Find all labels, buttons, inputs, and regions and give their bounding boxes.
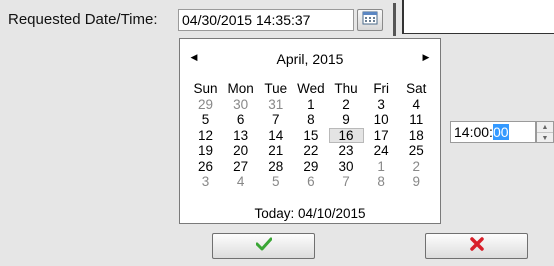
- calendar-day[interactable]: 27: [223, 159, 258, 175]
- calendar-day[interactable]: 1: [293, 97, 328, 113]
- calendar-day[interactable]: 5: [188, 112, 223, 128]
- calendar-day[interactable]: 8: [364, 174, 399, 190]
- calendar-day[interactable]: 9: [329, 112, 364, 128]
- calendar-day[interactable]: 5: [258, 174, 293, 190]
- calendar-day[interactable]: 22: [293, 143, 328, 159]
- cancel-button[interactable]: [425, 233, 528, 259]
- calendar-day[interactable]: 17: [364, 128, 399, 144]
- calendar-day[interactable]: 12: [188, 128, 223, 144]
- calendar-day[interactable]: 4: [223, 174, 258, 190]
- calendar-day[interactable]: 4: [399, 97, 434, 113]
- calendar-day[interactable]: 6: [293, 174, 328, 190]
- calendar-day[interactable]: 23: [329, 143, 364, 159]
- calendar-day[interactable]: 8: [293, 112, 328, 128]
- calendar-day[interactable]: 20: [223, 143, 258, 159]
- calendar-day[interactable]: 3: [364, 97, 399, 113]
- calendar-day[interactable]: 10: [364, 112, 399, 128]
- calendar-day[interactable]: 31: [258, 97, 293, 113]
- calendar-week-row: 26 27 28 29 30 1 2: [188, 159, 434, 175]
- calendar-day[interactable]: 11: [399, 112, 434, 128]
- calendar-day[interactable]: 21: [258, 143, 293, 159]
- calendar-day[interactable]: 18: [399, 128, 434, 144]
- weekday-label: Sun: [193, 81, 218, 96]
- adjacent-panel: [402, 0, 554, 34]
- calendar-day[interactable]: 29: [188, 97, 223, 113]
- calendar-week-row: 5 6 7 8 9 10 11: [188, 112, 434, 128]
- calendar-day[interactable]: 25: [399, 143, 434, 159]
- calendar-icon: [362, 10, 378, 30]
- calendar-day[interactable]: 7: [258, 112, 293, 128]
- calendar-day[interactable]: 15: [293, 128, 328, 144]
- calendar-day[interactable]: 19: [188, 143, 223, 159]
- spin-down-icon: ▼: [541, 134, 549, 142]
- triangle-right-icon: ▶: [422, 51, 430, 62]
- next-month-button[interactable]: ▶: [420, 51, 432, 63]
- calendar-week-row: 3456789: [188, 174, 434, 190]
- calendar-day[interactable]: 30: [329, 159, 364, 175]
- today-link[interactable]: Today: 04/10/2015: [180, 206, 440, 221]
- weekday-label: Wed: [297, 81, 325, 96]
- weekday-label: Tue: [264, 81, 288, 96]
- calendar-week-row: 12 13 14 15 16 17 18: [188, 127, 434, 144]
- time-input[interactable]: 14:00:00: [450, 121, 536, 143]
- weekday-label: Fri: [373, 81, 390, 96]
- weekday-header: Sun Mon Tue Wed Thu Fri Sat: [188, 81, 434, 97]
- spin-up-icon: ▲: [541, 123, 549, 131]
- calendar-button[interactable]: [357, 9, 383, 31]
- ok-button[interactable]: [212, 233, 315, 259]
- time-value: 14:00:: [454, 124, 493, 140]
- calendar-day[interactable]: 30: [223, 97, 258, 113]
- calendar-day[interactable]: 2: [399, 159, 434, 175]
- calendar-popup: ◀ April, 2015 ▶ Sun Mon Tue Wed Thu Fri …: [179, 38, 441, 224]
- calendar-week-row: 29 30 31 1 2 3 4: [188, 97, 434, 113]
- weekday-label: Thu: [334, 81, 358, 96]
- calendar-day[interactable]: 7: [329, 174, 364, 190]
- calendar-day[interactable]: 9: [399, 174, 434, 190]
- calendar-week-row: 19 20 21 22 23 24 25: [188, 143, 434, 159]
- requested-datetime-label: Requested Date/Time:: [8, 11, 158, 28]
- weekday-label: Mon: [227, 81, 254, 96]
- calendar-day[interactable]: 6: [223, 112, 258, 128]
- calendar-day[interactable]: 13: [223, 128, 258, 144]
- calendar-day[interactable]: 1: [364, 159, 399, 175]
- spin-down-button[interactable]: ▼: [537, 133, 553, 143]
- separator: [393, 3, 396, 36]
- red-x-icon: [469, 236, 484, 256]
- date-time-input[interactable]: 04/30/2015 14:35:37: [178, 9, 354, 31]
- time-selected-segment: 00: [492, 124, 509, 140]
- calendar-day[interactable]: 24: [364, 143, 399, 159]
- spin-up-button[interactable]: ▲: [537, 122, 553, 133]
- green-checkmark-icon: [255, 237, 272, 256]
- calendar-grid: Sun Mon Tue Wed Thu Fri Sat 29 30 31 1 2 3 4 5 6…: [188, 81, 434, 190]
- weekday-label: Sat: [406, 81, 427, 96]
- calendar-day[interactable]: 3: [188, 174, 223, 190]
- calendar-day[interactable]: 26: [188, 159, 223, 175]
- calendar-day[interactable]: 2: [329, 97, 364, 113]
- calendar-day[interactable]: 29: [293, 159, 328, 175]
- calendar-day[interactable]: 14: [258, 128, 293, 144]
- month-title: April, 2015: [276, 51, 344, 67]
- time-spinner[interactable]: ▲ ▼: [536, 121, 554, 143]
- calendar-day[interactable]: 28: [258, 159, 293, 175]
- calendar-day[interactable]: 16: [328, 127, 364, 143]
